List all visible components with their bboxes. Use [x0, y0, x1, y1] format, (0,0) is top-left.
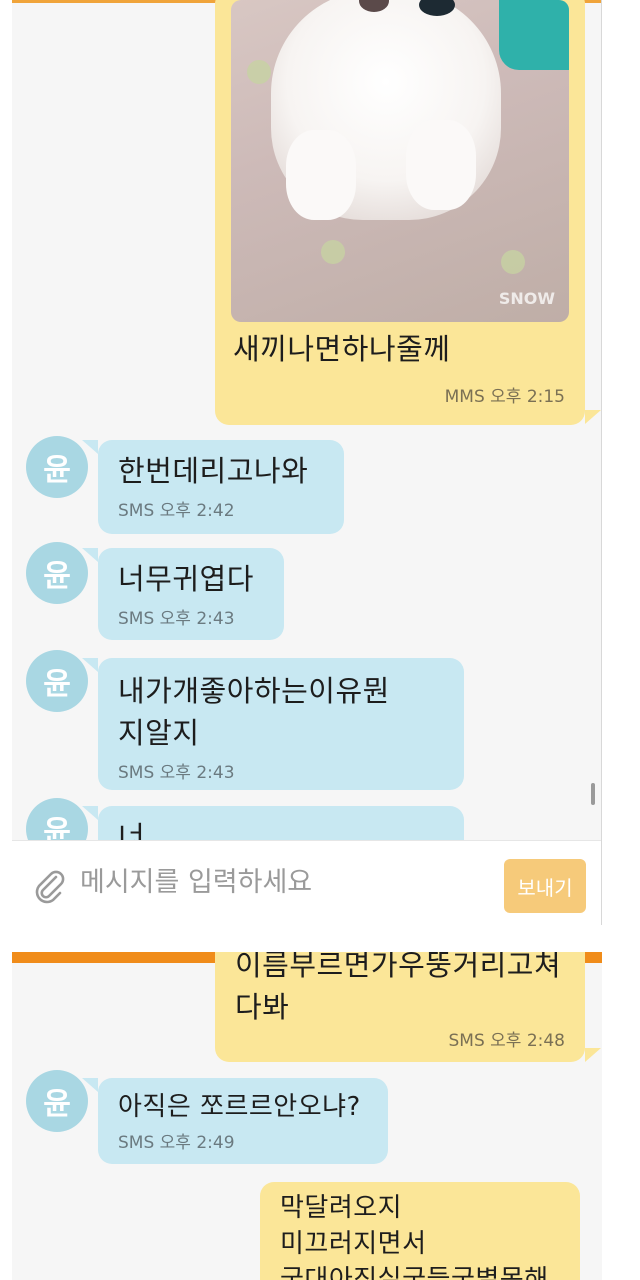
- chat-screen-2: 이름부르면가우뚱거리고쳐 다봐 SMS 오후 2:48 윤 아직은 쪼르르안오냐…: [12, 952, 602, 1280]
- avatar[interactable]: 윤: [26, 542, 88, 604]
- message-timestamp: SMS 오후 2:42: [118, 501, 235, 521]
- bubble-tail: [585, 1048, 601, 1062]
- bubble-tail: [82, 548, 98, 562]
- avatar[interactable]: 윤: [26, 1070, 88, 1132]
- incoming-message-bubble[interactable]: 너무귀엽다 SMS 오후 2:43: [98, 548, 284, 640]
- message-text: 새끼나면하나줄께: [233, 332, 451, 366]
- paperclip-icon[interactable]: [32, 869, 68, 905]
- bubble-tail: [585, 410, 601, 424]
- bubble-tail: [82, 806, 98, 820]
- scrollbar-thumb[interactable]: [591, 783, 595, 805]
- incoming-message-bubble[interactable]: 내가개좋아하는이유뭔 지알지 SMS 오후 2:43: [98, 658, 464, 790]
- incoming-message-bubble[interactable]: 아직은 쪼르르안오냐? SMS 오후 2:49: [98, 1078, 388, 1164]
- puppy-leg: [406, 120, 476, 210]
- quilt-pattern: [501, 250, 525, 274]
- puppy-photo[interactable]: SNOW: [231, 0, 569, 322]
- puppy-leg: [286, 130, 356, 220]
- bubble-tail: [82, 440, 98, 454]
- outgoing-message-bubble[interactable]: 막달려오지 미끄러지면서 궁대아징실궁들궁별몽해: [260, 1182, 580, 1280]
- message-timestamp: SMS 오후 2:43: [118, 763, 235, 783]
- message-text: 한번데리고나와: [118, 454, 309, 488]
- message-text: 이름부르면가우뚱거리고쳐 다봐: [235, 952, 562, 1024]
- incoming-message-bubble[interactable]: 한번데리고나와 SMS 오후 2:42: [98, 440, 344, 534]
- send-button[interactable]: 보내기: [504, 859, 586, 913]
- chat-screen-1: SNOW 새끼나면하나줄께 MMS 오후 2:15 윤 한번데리고나와 SMS …: [12, 0, 602, 925]
- bubble-tail: [82, 658, 98, 672]
- background-fabric: [499, 0, 569, 70]
- message-timestamp: SMS 오후 2:49: [118, 1133, 235, 1153]
- message-input[interactable]: 메시지를 입력하세요: [80, 863, 312, 903]
- message-input-bar: 메시지를 입력하세요 보내기: [12, 840, 601, 925]
- snow-watermark: SNOW: [498, 289, 555, 308]
- message-timestamp: SMS 오후 2:48: [448, 1031, 565, 1051]
- message-text: 내가개좋아하는이유뭔 지알지: [118, 674, 390, 750]
- outgoing-message-bubble[interactable]: 이름부르면가우뚱거리고쳐 다봐 SMS 오후 2:48: [215, 952, 585, 1062]
- quilt-pattern: [247, 60, 271, 84]
- message-text: 너무귀엽다: [118, 562, 254, 596]
- avatar[interactable]: 윤: [26, 650, 88, 712]
- avatar[interactable]: 윤: [26, 436, 88, 498]
- quilt-pattern: [321, 240, 345, 264]
- bubble-tail: [82, 1078, 98, 1092]
- message-text: 아직은 쪼르르안오냐?: [118, 1092, 361, 1122]
- message-timestamp: MMS 오후 2:15: [444, 387, 565, 407]
- message-text: 막달려오지 미끄러지면서 궁대아징실궁들궁별몽해: [280, 1193, 549, 1280]
- outgoing-photo-bubble[interactable]: SNOW 새끼나면하나줄께 MMS 오후 2:15: [215, 0, 585, 425]
- message-timestamp: SMS 오후 2:43: [118, 609, 235, 629]
